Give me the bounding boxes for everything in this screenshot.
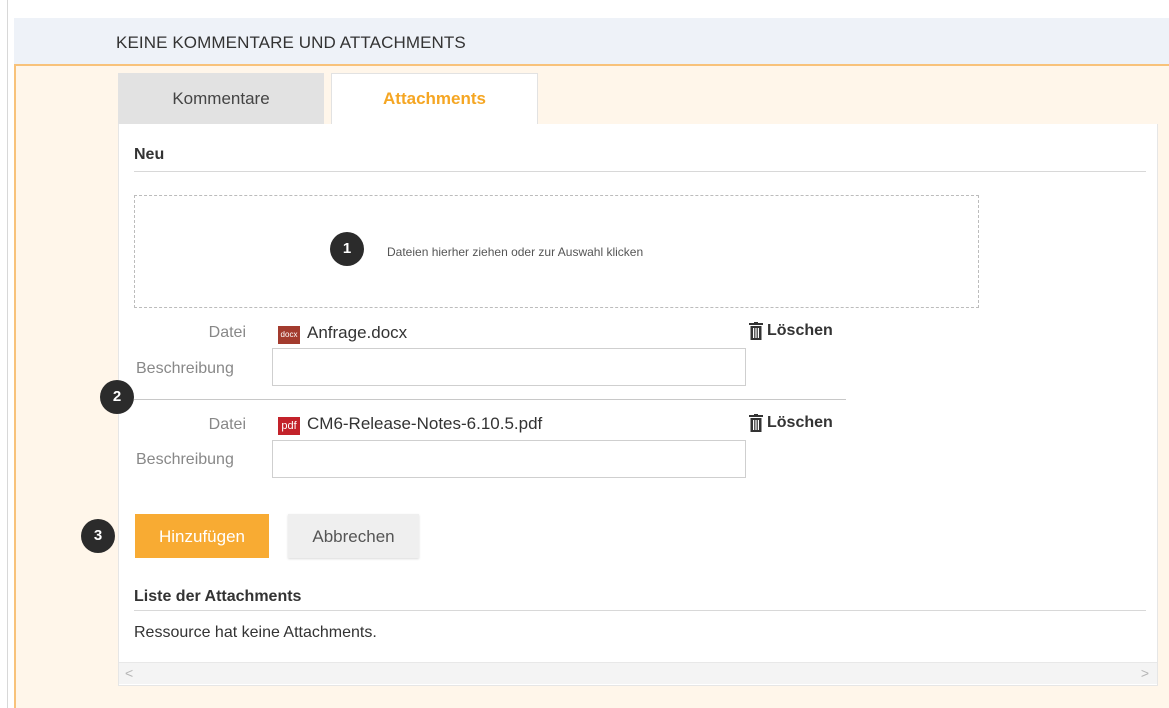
description-label: Beschreibung (136, 451, 234, 468)
file-label: Datei (208, 416, 246, 433)
description-input[interactable] (272, 440, 746, 478)
trash-icon (749, 322, 763, 340)
add-button[interactable]: Hinzufügen (135, 514, 269, 558)
file-name: Anfrage.docx (307, 323, 408, 342)
delete-file-button[interactable]: Löschen (749, 322, 833, 340)
scroll-left-icon[interactable]: < (125, 665, 133, 681)
pdf-file-icon: pdf (278, 417, 300, 435)
left-border (7, 0, 8, 708)
section-title: KEINE KOMMENTARE UND ATTACHMENTS (116, 33, 466, 52)
attachments-list-heading: Liste der Attachments (134, 588, 302, 605)
file-row-divider (134, 399, 846, 400)
delete-file-button[interactable]: Löschen (749, 414, 833, 432)
file-name: CM6-Release-Notes-6.10.5.pdf (307, 414, 543, 433)
callout-marker-2: 2 (100, 380, 134, 414)
cancel-button[interactable]: Abbrechen (288, 514, 419, 558)
attachments-list-divider (134, 610, 1146, 611)
delete-label: Löschen (767, 414, 833, 431)
tab-comments[interactable]: Kommentare (118, 73, 324, 125)
description-input[interactable] (272, 348, 746, 386)
tab-attachments[interactable]: Attachments (331, 73, 538, 125)
dropzone-hint: Dateien hierher ziehen oder zur Auswahl … (387, 245, 644, 259)
horizontal-scrollbar[interactable]: < > (119, 662, 1157, 684)
file-label: Datei (208, 324, 246, 341)
new-heading: Neu (134, 146, 165, 163)
trash-icon (749, 414, 763, 432)
delete-label: Löschen (767, 322, 833, 339)
callout-marker-3: 3 (81, 519, 115, 553)
description-label: Beschreibung (136, 360, 234, 377)
docx-file-icon: docx (278, 326, 300, 344)
new-heading-divider (134, 171, 1146, 172)
attachments-empty-message: Ressource hat keine Attachments. (134, 624, 377, 641)
scroll-right-icon[interactable]: > (1141, 665, 1149, 681)
callout-marker-1: 1 (330, 232, 364, 266)
